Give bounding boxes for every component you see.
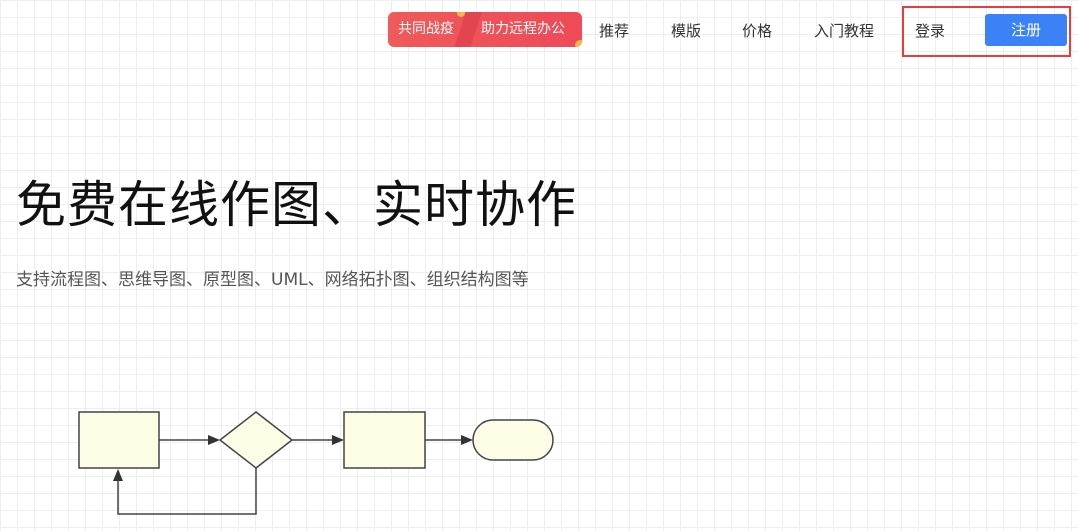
promo-dot-bottom	[575, 40, 582, 47]
nav-pricing-link[interactable]: 价格	[742, 19, 772, 43]
arrowhead-to-process	[332, 435, 344, 445]
hero-title: 免费在线作图、实时协作	[16, 176, 577, 234]
edge-loop-back	[117, 468, 257, 515]
nav-recommend-link[interactable]: 推荐	[599, 19, 629, 43]
flowchart-illustration	[78, 411, 554, 515]
promo-left-text: 共同战疫	[398, 21, 454, 37]
flow-process-node-2	[343, 411, 426, 469]
login-link[interactable]: 登录	[915, 19, 945, 43]
promo-right-text: 助力远程办公	[481, 21, 565, 37]
signup-button[interactable]: 注册	[985, 14, 1067, 46]
arrowhead-to-terminal	[461, 435, 473, 445]
top-navigation: 共同战疫 助力远程办公 推荐 模版 价格 入门教程 登录 注册	[0, 0, 1078, 62]
hero-subtitle: 支持流程图、思维导图、原型图、UML、网络拓扑图、组织结构图等	[16, 270, 529, 290]
flow-terminal-node	[472, 419, 554, 461]
promo-banner[interactable]: 共同战疫 助力远程办公	[388, 12, 582, 47]
arrowhead-loop-back	[113, 469, 123, 481]
promo-divider	[452, 12, 484, 47]
flow-process-node-1	[78, 411, 160, 469]
flow-decision-node	[218, 411, 294, 469]
nav-tutorial-link[interactable]: 入门教程	[814, 19, 874, 43]
arrowhead-to-decision	[208, 435, 220, 445]
nav-templates-link[interactable]: 模版	[671, 19, 701, 43]
